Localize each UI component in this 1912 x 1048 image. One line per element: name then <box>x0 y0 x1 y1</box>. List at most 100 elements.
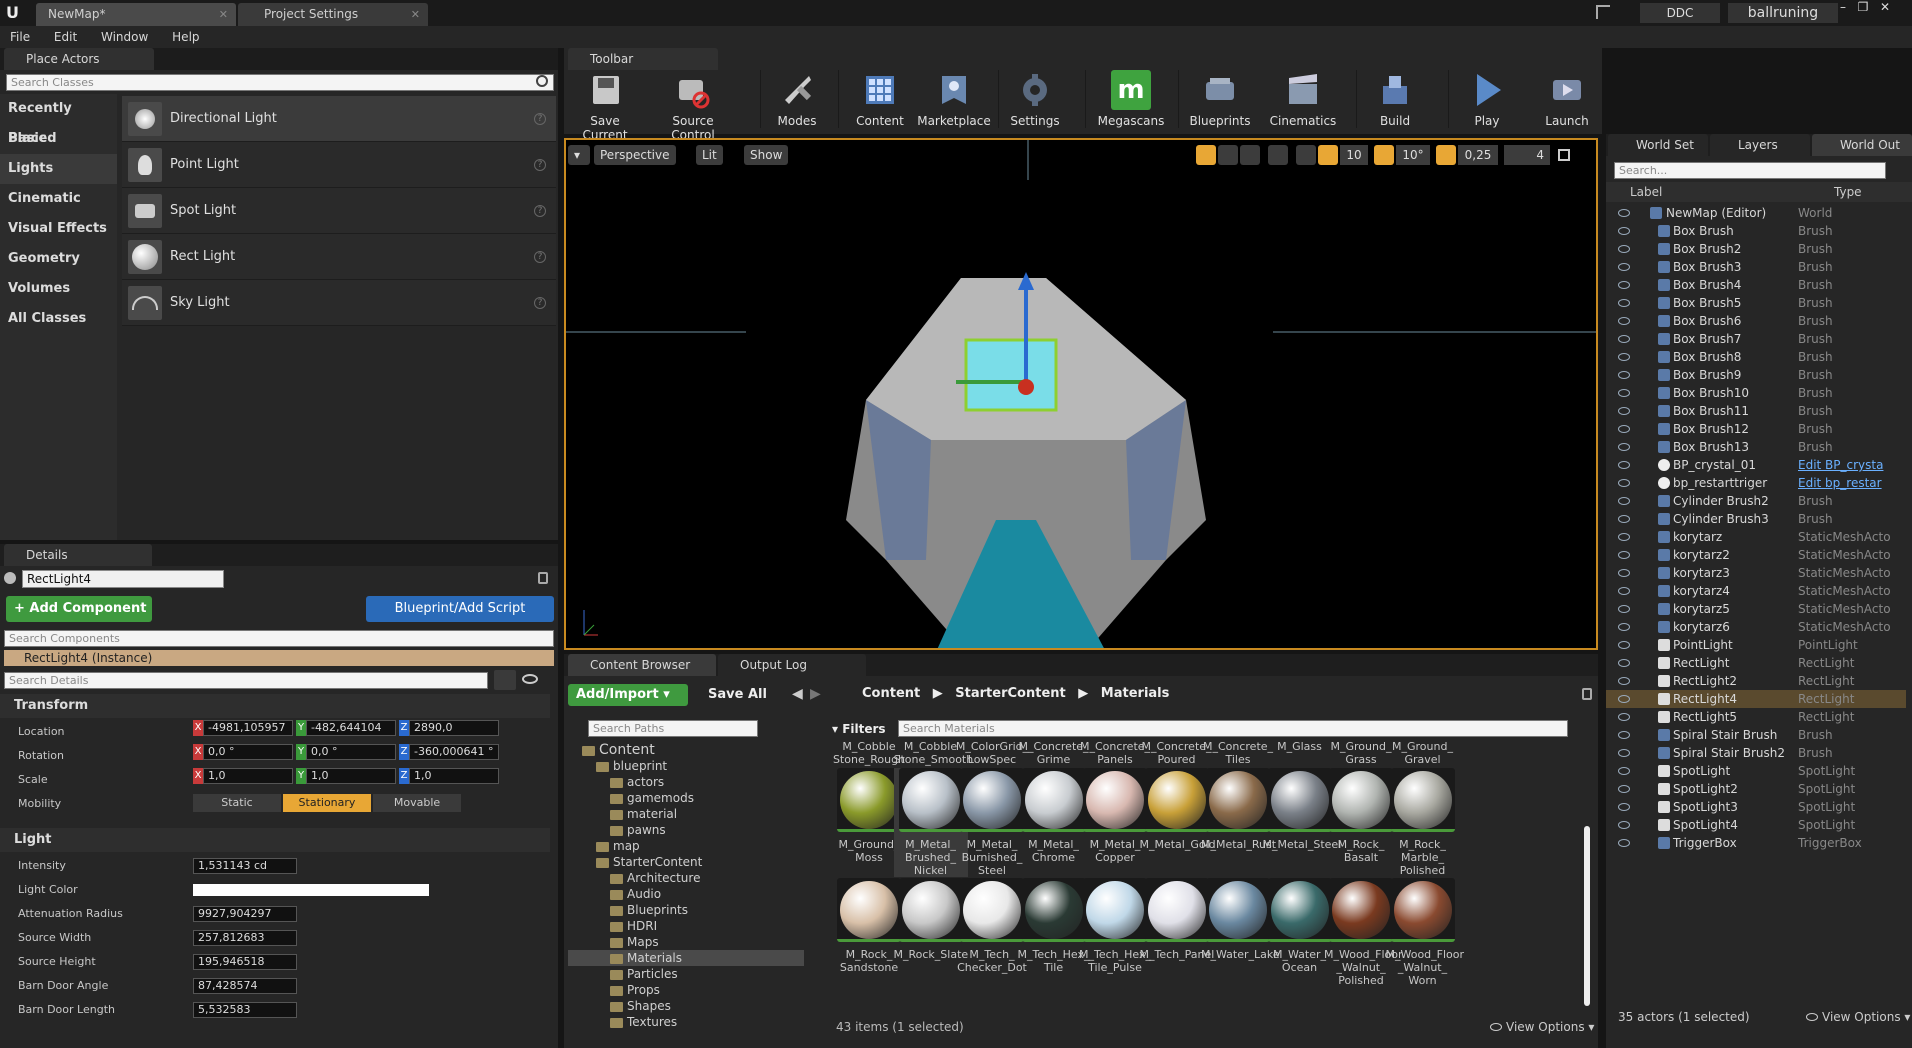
tree-item[interactable]: Props <box>610 982 660 998</box>
search-components-input[interactable]: Search Components <box>4 630 554 647</box>
source-control-button[interactable]: Source Control <box>650 70 736 142</box>
surface-snap-icon[interactable] <box>1296 145 1316 165</box>
outliner-row[interactable]: PointLight PointLight <box>1606 636 1906 654</box>
outliner-row[interactable]: Box Brush9 Brush <box>1606 366 1906 384</box>
tree-item[interactable]: Textures <box>610 1014 677 1030</box>
ddc-button[interactable]: DDC <box>1640 3 1720 23</box>
menu-file[interactable]: File <box>0 26 40 48</box>
outliner-row[interactable]: Box Brush5 Brush <box>1606 294 1906 312</box>
outliner-row[interactable]: TriggerBox TriggerBox <box>1606 834 1906 852</box>
visibility-eye-icon[interactable] <box>1618 263 1630 271</box>
close-icon[interactable]: ✕ <box>219 3 228 26</box>
tree-item[interactable]: StarterContent <box>596 854 702 870</box>
intensity-input[interactable]: 1,531143 cd <box>193 858 297 874</box>
location-x-input[interactable]: -4981,105957 <box>203 720 293 736</box>
category-recently-placed[interactable]: Recently Placed <box>0 94 117 146</box>
outliner-row[interactable]: SpotLight SpotLight <box>1606 762 1906 780</box>
rotate-icon[interactable] <box>1218 145 1238 165</box>
visibility-eye-icon[interactable] <box>1618 443 1630 451</box>
tab-project-settings[interactable]: Project Settings ✕ <box>238 3 428 26</box>
place-actors-tab[interactable]: Place Actors <box>4 48 154 70</box>
add-import-button[interactable]: Add/Import ▾ <box>568 684 688 706</box>
visibility-eye-icon[interactable] <box>1618 731 1630 739</box>
tree-item[interactable]: Particles <box>610 966 678 982</box>
help-icon[interactable]: ? <box>534 296 546 309</box>
barn-door-length-input[interactable]: 5,532583 <box>193 1002 297 1018</box>
visibility-eye-icon[interactable] <box>1618 317 1630 325</box>
tab-world-settings[interactable]: World Set <box>1608 134 1708 156</box>
tree-item[interactable]: Blueprints <box>610 902 688 918</box>
outliner-row[interactable]: Box Brush7 Brush <box>1606 330 1906 348</box>
outliner-row[interactable]: Box Brush3 Brush <box>1606 258 1906 276</box>
tree-item[interactable]: gamemods <box>610 790 694 806</box>
rotation-snap-icon[interactable] <box>1374 145 1394 165</box>
content-button[interactable]: Content <box>845 70 915 128</box>
details-tab[interactable]: Details <box>4 544 152 566</box>
lit-button[interactable]: Lit <box>696 145 723 165</box>
tree-item[interactable]: HDRI <box>610 918 657 934</box>
tree-item[interactable]: pawns <box>610 822 666 838</box>
edit-blueprint-link[interactable]: Edit BP_crysta <box>1798 456 1883 474</box>
visibility-eye-icon[interactable] <box>522 674 538 684</box>
visibility-eye-icon[interactable] <box>1618 497 1630 505</box>
visibility-eye-icon[interactable] <box>1618 677 1630 685</box>
rotation-x-input[interactable]: 0,0 ° <box>203 744 293 760</box>
actor-directional-light[interactable]: Directional Light? <box>122 96 556 142</box>
visibility-eye-icon[interactable] <box>1618 569 1630 577</box>
menu-window[interactable]: Window <box>91 26 158 48</box>
back-arrow-icon[interactable]: ◀ <box>792 686 803 702</box>
visibility-eye-icon[interactable] <box>1618 803 1630 811</box>
material-asset[interactable]: M_Rock_ Marble_ Polished <box>1386 768 1460 877</box>
tab-world-outliner[interactable]: World Out <box>1812 134 1912 156</box>
breadcrumb-materials[interactable]: Materials <box>1101 686 1170 701</box>
breadcrumb-startercontent[interactable]: StarterContent <box>955 686 1065 701</box>
visibility-eye-icon[interactable] <box>1618 821 1630 829</box>
tree-item[interactable]: material <box>610 806 677 822</box>
settings-button[interactable]: Settings <box>1000 70 1070 128</box>
tree-item[interactable]: Audio <box>610 886 661 902</box>
outliner-row[interactable]: Box Brush Brush <box>1606 222 1906 240</box>
outliner-row[interactable]: Box Brush8 Brush <box>1606 348 1906 366</box>
source-height-input[interactable]: 195,946518 <box>193 954 297 970</box>
rotation-snap-value[interactable]: 10° <box>1396 145 1430 165</box>
marketplace-button[interactable]: Marketplace <box>915 70 993 128</box>
blueprints-button[interactable]: Blueprints <box>1185 70 1255 128</box>
material-asset[interactable]: M_Wood_Floor _Walnut_ Worn <box>1386 878 1464 987</box>
visibility-eye-icon[interactable] <box>1618 479 1630 487</box>
visibility-eye-icon[interactable] <box>1618 533 1630 541</box>
category-cinematic[interactable]: Cinematic <box>0 184 117 214</box>
visibility-eye-icon[interactable] <box>1618 605 1630 613</box>
outliner-search-input[interactable]: Search... <box>1614 162 1886 179</box>
megascans-button[interactable]: m Megascans <box>1090 70 1172 128</box>
instance-row[interactable]: RectLight4 (Instance) <box>4 650 554 666</box>
tree-item-selected[interactable]: Materials <box>568 950 804 966</box>
visibility-eye-icon[interactable] <box>1618 623 1630 631</box>
search-materials-input[interactable]: Search Materials <box>898 720 1568 737</box>
help-icon[interactable]: ? <box>534 112 546 125</box>
forward-arrow-icon[interactable]: ▶ <box>810 686 821 702</box>
cinematics-button[interactable]: Cinematics <box>1265 70 1341 128</box>
grid-snap-value[interactable]: 10 <box>1340 145 1368 165</box>
tree-item[interactable]: blueprint <box>596 758 667 774</box>
actor-name-input[interactable]: RectLight4 <box>22 570 224 588</box>
category-geometry[interactable]: Geometry <box>0 244 117 274</box>
scale-y-input[interactable]: 1,0 <box>306 768 396 784</box>
visibility-eye-icon[interactable] <box>1618 713 1630 721</box>
outliner-row[interactable]: korytarz3 StaticMeshActo <box>1606 564 1906 582</box>
rotation-z-input[interactable]: -360,000641 ° <box>409 744 499 760</box>
translate-icon[interactable] <box>1196 145 1216 165</box>
lock-icon[interactable] <box>1582 688 1592 700</box>
outliner-row[interactable]: Box Brush2 Brush <box>1606 240 1906 258</box>
tab-layers[interactable]: Layers <box>1710 134 1810 156</box>
menu-help[interactable]: Help <box>162 26 209 48</box>
outliner-row[interactable]: SpotLight4 SpotLight <box>1606 816 1906 834</box>
maximize-viewport-icon[interactable] <box>1558 149 1570 161</box>
visibility-eye-icon[interactable] <box>1618 209 1630 217</box>
visibility-eye-icon[interactable] <box>1618 749 1630 757</box>
maximize-button[interactable]: ❐ <box>1854 0 1872 16</box>
visibility-eye-icon[interactable] <box>1618 335 1630 343</box>
location-y-input[interactable]: -482,644104 <box>306 720 396 736</box>
category-all-classes[interactable]: All Classes <box>0 304 117 334</box>
minimize-button[interactable]: – <box>1834 0 1852 16</box>
modes-button[interactable]: Modes <box>762 70 832 128</box>
